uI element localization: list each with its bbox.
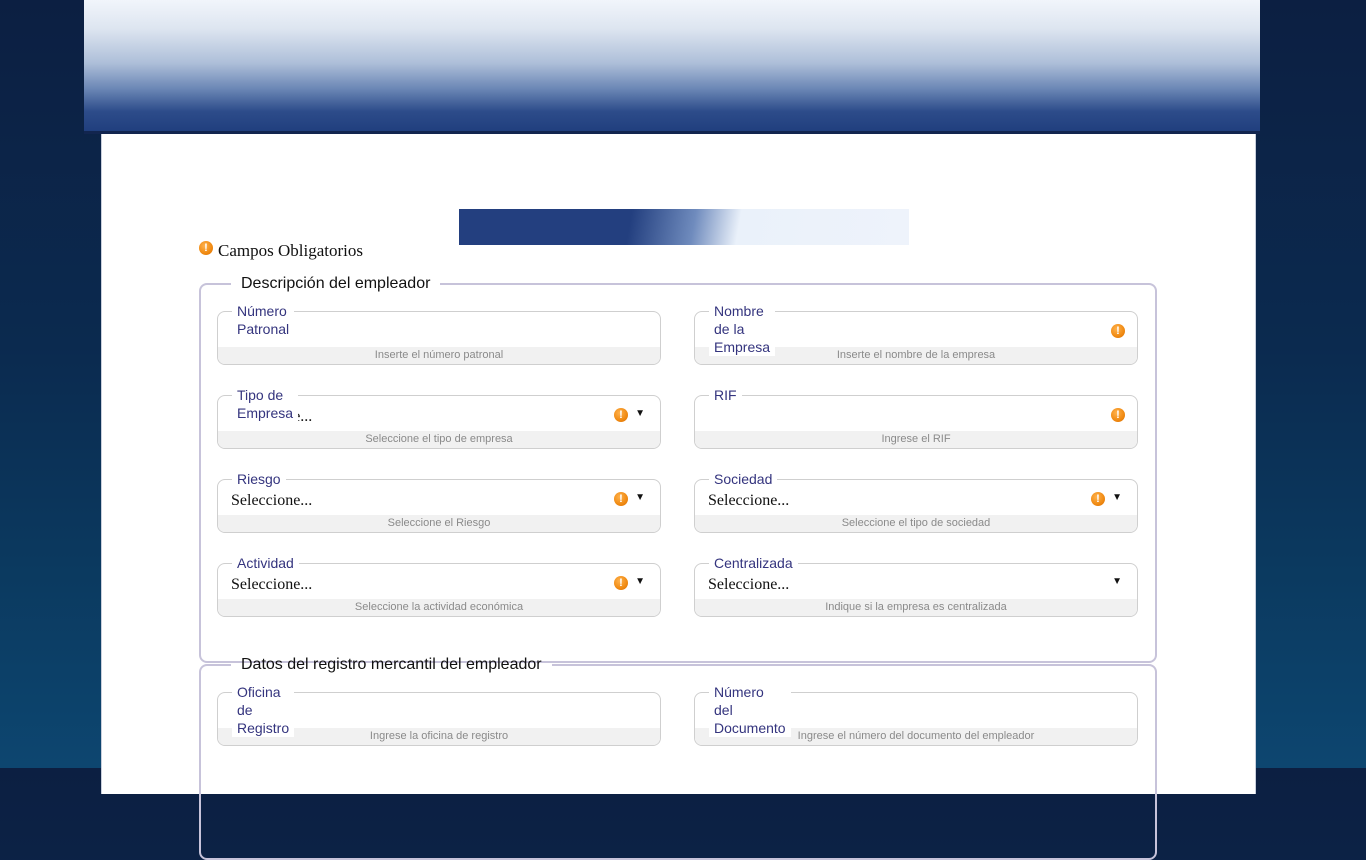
- field-hint: Inserte el número patronal: [218, 347, 660, 364]
- main-content: ! Campos Obligatorios Descripción del em…: [101, 134, 1256, 860]
- required-icon: !: [1091, 492, 1105, 506]
- required-icon: !: [614, 408, 628, 422]
- commercial-registry-group: Datos del registro mercantil del emplead…: [199, 656, 1157, 860]
- field-label: Tipo de Empresa: [232, 386, 299, 422]
- chevron-down-icon: ▼: [1112, 576, 1122, 587]
- field-label: Número del Documento: [709, 683, 791, 737]
- field-label: Número Patronal: [232, 302, 295, 338]
- field-hint: Seleccione la actividad económica: [218, 599, 660, 616]
- required-icon: !: [1111, 324, 1125, 338]
- required-note-text: Campos Obligatorios: [218, 241, 363, 260]
- field-value: Seleccione...: [708, 576, 790, 593]
- logo-strip: [459, 209, 909, 245]
- field-hint: Seleccione el tipo de empresa: [218, 431, 660, 448]
- field-label: Oficina de Registro: [232, 683, 295, 737]
- group-legend: Descripción del empleador: [241, 275, 431, 292]
- field-label: Actividad: [232, 554, 299, 572]
- required-icon: !: [614, 492, 628, 506]
- field-hint: Indique si la empresa es centralizada: [695, 599, 1137, 616]
- required-icon: !: [199, 241, 213, 255]
- required-icon: !: [1111, 408, 1125, 422]
- field-value: Seleccione...: [231, 576, 313, 593]
- field-label: RIF: [709, 386, 742, 404]
- field-hint: Seleccione el Riesgo: [218, 515, 660, 532]
- field-hint: Seleccione el tipo de sociedad: [695, 515, 1137, 532]
- required-fields-note: ! Campos Obligatorios: [199, 240, 363, 262]
- field-label: Centralizada: [709, 554, 798, 572]
- required-icon: !: [614, 576, 628, 590]
- chevron-down-icon: ▼: [635, 576, 645, 587]
- field-label: Sociedad: [709, 470, 778, 488]
- group-legend: Datos del registro mercantil del emplead…: [241, 656, 542, 673]
- field-label: Nombre de la Empresa: [709, 302, 776, 356]
- field-value: Seleccione...: [231, 492, 313, 509]
- chevron-down-icon: ▼: [1112, 492, 1122, 503]
- field-label: Riesgo: [232, 470, 286, 488]
- chevron-down-icon: ▼: [635, 492, 645, 503]
- rif-input[interactable]: ! Ingrese el RIF: [694, 395, 1138, 449]
- field-value: Seleccione...: [708, 492, 790, 509]
- chevron-down-icon: ▼: [635, 408, 645, 419]
- header-banner: [84, 0, 1260, 134]
- field-hint: Ingrese el RIF: [695, 431, 1137, 448]
